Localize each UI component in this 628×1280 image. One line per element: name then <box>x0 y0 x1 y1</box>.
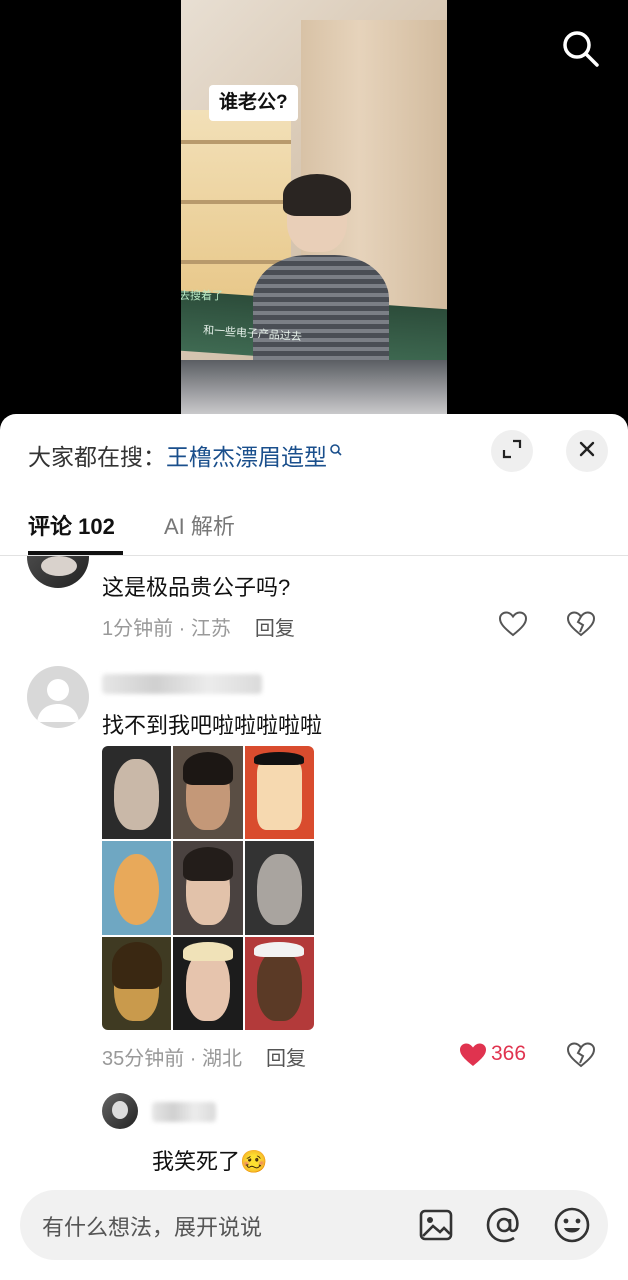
video-player[interactable]: 和一些电子产品过去 去搜着了 谁老公? <box>0 0 628 430</box>
tab-active-indicator <box>28 551 123 555</box>
emoji-icon[interactable] <box>552 1205 592 1245</box>
meme-face-image <box>173 746 243 840</box>
comment-text: 找不到我吧啦啦啦啦啦 <box>102 713 323 738</box>
comment-location: 江苏 <box>190 618 231 640</box>
mention-icon[interactable] <box>484 1205 524 1245</box>
comment-image-grid[interactable] <box>102 746 314 1030</box>
meme-face-image <box>102 936 172 1030</box>
reply-text-content: 我笑死了 <box>152 1149 241 1174</box>
video-person-body <box>253 255 389 365</box>
meme-face-image <box>244 841 314 935</box>
meme-face-image <box>102 746 172 840</box>
comment-text: 这是极品贵公子吗? <box>102 575 291 600</box>
like-count: 366 <box>491 1042 527 1065</box>
reply-button[interactable]: 回复 <box>266 1048 306 1070</box>
search-icon[interactable] <box>560 28 602 70</box>
close-icon <box>577 439 597 464</box>
comment-time: 35分钟前 <box>102 1048 185 1070</box>
reply-text: 我笑死了🥴 <box>152 1144 267 1176</box>
emoji: 🥴 <box>240 1149 268 1174</box>
video-frame[interactable]: 和一些电子产品过去 去搜着了 <box>181 0 447 414</box>
trending-search-prefix: 大家都在搜： <box>28 444 166 470</box>
tab-comments[interactable]: 评论 102 <box>28 509 115 541</box>
tab-ai-analysis[interactable]: AI 解析 <box>164 509 235 541</box>
reply-button[interactable]: 回复 <box>255 618 295 640</box>
trending-search-link[interactable]: 王橹杰漂眉造型 <box>166 444 327 470</box>
heart-filled-icon[interactable] <box>458 1041 488 1074</box>
meme-face-image <box>173 936 243 1030</box>
small-search-icon <box>329 438 343 465</box>
comment-tabs: 评论 102 AI 解析 <box>0 499 628 556</box>
expand-icon <box>501 438 523 465</box>
meme-face-image <box>244 936 314 1030</box>
comment-list[interactable]: 这是极品贵公子吗? 1分钟前 · 江苏 回复 找不到我吧啦啦啦啦啦 35分钟前 … <box>0 556 628 1196</box>
avatar[interactable] <box>27 666 89 728</box>
username-blurred[interactable] <box>102 674 262 694</box>
comment-meta: 1分钟前 · 江苏 回复 <box>102 618 295 640</box>
avatar[interactable] <box>102 1093 138 1129</box>
avatar[interactable] <box>27 556 89 588</box>
heart-icon[interactable] <box>498 610 528 643</box>
meme-face-image <box>173 841 243 935</box>
meme-face-image <box>244 746 314 840</box>
comment-input-bar[interactable]: 有什么想法，展开说说 <box>20 1190 608 1260</box>
comment-input[interactable]: 有什么想法，展开说说 <box>42 1210 262 1242</box>
comment-panel: 大家都在搜：王橹杰漂眉造型 评论 102 AI 解析 这是极品贵公子吗? 1分钟… <box>0 414 628 1280</box>
video-caption-bubble: 谁老公? <box>209 85 298 121</box>
broken-heart-icon[interactable] <box>566 610 596 643</box>
meme-face-image <box>102 841 172 935</box>
comment-time: 1分钟前 <box>102 618 174 640</box>
expand-button[interactable] <box>491 430 533 472</box>
video-person-hair <box>283 174 351 216</box>
comment-location: 湖北 <box>202 1048 243 1070</box>
trending-search[interactable]: 大家都在搜：王橹杰漂眉造型 <box>28 438 343 472</box>
close-button[interactable] <box>566 430 608 472</box>
image-icon[interactable] <box>416 1205 456 1245</box>
video-side-text: 去搜着了 <box>181 290 223 302</box>
video-desk-bottom <box>181 360 447 414</box>
username-blurred[interactable] <box>152 1102 216 1122</box>
comment-meta: 35分钟前 · 湖北 回复 <box>102 1048 307 1070</box>
broken-heart-icon[interactable] <box>566 1041 596 1074</box>
